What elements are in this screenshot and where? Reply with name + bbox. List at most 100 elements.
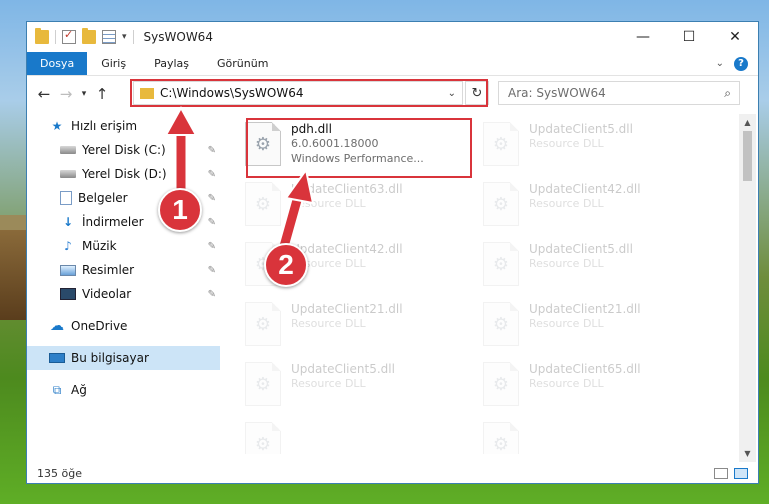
step-1-badge: 1	[158, 188, 202, 232]
step-2-badge: 2	[264, 243, 308, 287]
sidebar-item-label: Videolar	[82, 287, 132, 301]
file-item[interactable]: ⚙ UpdateClient5.dll Resource DLL	[475, 118, 700, 174]
sidebar-item-label: Yerel Disk (C:)	[82, 143, 166, 157]
file-item[interactable]: ⚙ UpdateClient21.dll Resource DLL	[475, 298, 700, 354]
dll-file-icon: ⚙	[483, 242, 519, 286]
window-controls: — ☐ ✕	[620, 22, 758, 52]
cloud-icon: ☁	[50, 318, 64, 334]
status-bar: 135 öğe	[27, 462, 758, 484]
file-item[interactable]: ⚙	[475, 418, 700, 454]
file-name: UpdateClient42.dll	[291, 242, 403, 256]
file-item[interactable]: ⚙ UpdateClient5.dll Resource DLL	[237, 358, 462, 414]
computer-icon	[49, 353, 65, 363]
tab-share[interactable]: Paylaş	[140, 52, 203, 75]
title-bar: ▾ SysWOW64 — ☐ ✕	[27, 22, 758, 52]
network-icon: ⧉	[52, 382, 62, 397]
view-icon[interactable]	[102, 30, 116, 44]
dll-file-icon: ⚙	[245, 302, 281, 346]
customize-toolbar-chevron-icon[interactable]: ▾	[122, 32, 127, 42]
file-name: UpdateClient21.dll	[529, 302, 641, 316]
tiles-view-icon[interactable]	[734, 467, 748, 479]
tab-file[interactable]: Dosya	[27, 52, 88, 75]
file-item[interactable]: ⚙ UpdateClient63.dll Resource DLL	[237, 178, 462, 234]
sidebar-item-label: OneDrive	[71, 319, 128, 333]
sidebar-item-videos[interactable]: Videolar ✎	[27, 282, 220, 306]
dll-file-icon: ⚙	[245, 362, 281, 406]
sidebar-item-this-pc[interactable]: Bu bilgisayar	[27, 346, 220, 370]
drive-icon	[60, 170, 76, 178]
file-highlight-box	[246, 118, 472, 178]
file-name: UpdateClient5.dll	[529, 122, 633, 136]
scroll-up-arrow-icon[interactable]: ▲	[739, 114, 756, 131]
sidebar-item-onedrive[interactable]: ☁ OneDrive	[27, 314, 220, 338]
sidebar-item-music[interactable]: ♪ Müzik ✎	[27, 234, 220, 258]
dll-file-icon: ⚙	[483, 182, 519, 226]
window-title: SysWOW64	[143, 30, 213, 44]
videos-icon	[60, 288, 76, 300]
forward-arrow-icon[interactable]: →	[55, 85, 77, 103]
file-item[interactable]: ⚙	[237, 418, 462, 454]
navigation-bar: ← → ▾ ↑ C:\Windows\SysWOW64 ⌄ ↻ Ara: Sys…	[27, 79, 758, 109]
maximize-button[interactable]: ☐	[666, 22, 712, 52]
up-arrow-icon[interactable]: ↑	[91, 85, 113, 103]
pin-icon[interactable]: ✎	[208, 217, 216, 228]
pictures-icon	[60, 264, 76, 276]
sidebar-item-quick-access[interactable]: ★ Hızlı erişim	[27, 114, 220, 138]
sidebar-item-label: Yerel Disk (D:)	[82, 167, 167, 181]
pin-icon[interactable]: ✎	[208, 169, 216, 180]
sidebar-item-label: Müzik	[82, 239, 117, 253]
details-view-icon[interactable]	[714, 467, 728, 479]
file-type: Resource DLL	[291, 317, 366, 330]
sidebar-item-pictures[interactable]: Resimler ✎	[27, 258, 220, 282]
file-name: UpdateClient5.dll	[529, 242, 633, 256]
file-type: Resource DLL	[529, 317, 604, 330]
pin-icon[interactable]: ✎	[208, 265, 216, 276]
file-item[interactable]: ⚙ UpdateClient21.dll Resource DLL	[237, 298, 462, 354]
pin-icon[interactable]: ✎	[208, 241, 216, 252]
file-name: UpdateClient65.dll	[529, 362, 641, 376]
pin-icon[interactable]: ✎	[208, 145, 216, 156]
file-item[interactable]: ⚙ UpdateClient42.dll Resource DLL	[475, 178, 700, 234]
toolbar-divider	[55, 30, 56, 44]
recent-locations-chevron-icon[interactable]: ▾	[77, 89, 91, 99]
sidebar-item-label: İndirmeler	[82, 215, 144, 229]
sidebar-item-local-disk-c[interactable]: Yerel Disk (C:) ✎	[27, 138, 220, 162]
toolbar-divider	[132, 30, 134, 44]
close-button[interactable]: ✕	[712, 22, 758, 52]
scroll-down-arrow-icon[interactable]: ▼	[739, 445, 756, 462]
new-folder-icon[interactable]	[82, 28, 96, 44]
ribbon-tabs: Dosya Giriş Paylaş Görünüm ⌄ ?	[27, 52, 758, 76]
drive-icon	[60, 146, 76, 154]
search-placeholder: Ara: SysWOW64	[508, 86, 606, 100]
back-arrow-icon[interactable]: ←	[33, 85, 55, 103]
folder-icon	[35, 28, 49, 44]
tab-home[interactable]: Giriş	[87, 52, 140, 75]
explorer-window: ▾ SysWOW64 — ☐ ✕ Dosya Giriş Paylaş Görü…	[26, 21, 759, 484]
help-icon[interactable]: ?	[734, 56, 748, 71]
view-switcher	[714, 467, 748, 479]
sidebar-item-local-disk-d[interactable]: Yerel Disk (D:) ✎	[27, 162, 220, 186]
search-input[interactable]: Ara: SysWOW64 ⌕	[498, 81, 740, 105]
file-type: Resource DLL	[291, 197, 366, 210]
file-name: UpdateClient21.dll	[291, 302, 403, 316]
music-icon: ♪	[64, 239, 72, 253]
dll-file-icon: ⚙	[245, 182, 281, 226]
tab-view[interactable]: Görünüm	[203, 52, 282, 75]
pin-icon[interactable]: ✎	[208, 289, 216, 300]
item-count: 135 öğe	[37, 466, 82, 480]
sidebar-item-label: Resimler	[82, 263, 135, 277]
file-name: UpdateClient5.dll	[291, 362, 395, 376]
file-item[interactable]: ⚙ UpdateClient65.dll Resource DLL	[475, 358, 700, 414]
sidebar-item-label: Belgeler	[78, 191, 128, 205]
sidebar-item-label: Hızlı erişim	[71, 119, 138, 133]
file-type: Resource DLL	[291, 377, 366, 390]
minimize-button[interactable]: —	[620, 22, 666, 52]
file-item[interactable]: ⚙ UpdateClient5.dll Resource DLL	[475, 238, 700, 294]
sidebar-item-network[interactable]: ⧉ Ağ	[27, 378, 220, 402]
scrollbar-thumb[interactable]	[743, 131, 752, 181]
vertical-scrollbar[interactable]: ▲ ▼	[739, 114, 756, 462]
properties-icon[interactable]	[62, 28, 76, 44]
expand-ribbon-chevron-icon[interactable]: ⌄	[716, 58, 724, 69]
documents-icon	[60, 191, 72, 205]
pin-icon[interactable]: ✎	[208, 193, 216, 204]
